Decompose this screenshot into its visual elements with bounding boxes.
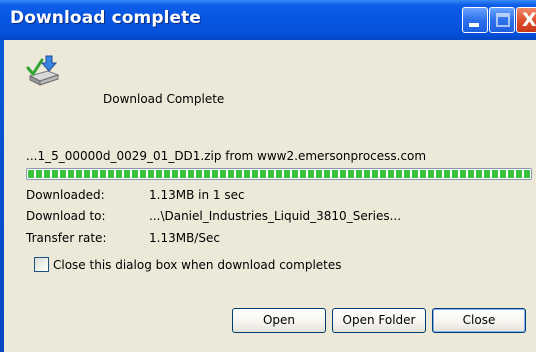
dialog-client-area: Download Complete ...1_5_00000d_0029_01_… (4, 40, 536, 352)
title-close-button[interactable]: X (516, 7, 536, 33)
title-bar[interactable]: Download complete X (0, 0, 536, 40)
downloaded-label: Downloaded: (26, 188, 105, 202)
maximize-icon (496, 13, 510, 27)
close-on-complete-label[interactable]: Close this dialog box when download comp… (53, 258, 342, 272)
window-title: Download complete (10, 8, 202, 28)
download-to-label: Download to: (26, 209, 106, 223)
download-status-text: Download Complete (103, 92, 225, 106)
download-to-value: ...\Daniel_Industries_Liquid_3810_Series… (149, 209, 402, 223)
minimize-icon (469, 23, 479, 27)
transfer-rate-value: 1.13MB/Sec (149, 231, 220, 245)
download-complete-window: Download complete X Download Complete ..… (0, 0, 536, 352)
close-on-complete-checkbox[interactable] (34, 257, 49, 272)
close-button[interactable]: Close (432, 308, 526, 333)
downloaded-value: 1.13MB in 1 sec (149, 188, 245, 202)
close-icon: X (522, 9, 536, 31)
open-folder-button[interactable]: Open Folder (332, 308, 426, 333)
minimize-button[interactable] (462, 7, 488, 33)
progress-fill (28, 170, 530, 178)
open-button[interactable]: Open (232, 308, 326, 333)
download-source-line: ...1_5_00000d_0029_01_DD1.zip from www2.… (26, 149, 427, 163)
transfer-rate-label: Transfer rate: (26, 231, 107, 245)
file-download-check-icon (26, 55, 60, 86)
download-progress-bar (26, 168, 532, 180)
maximize-button[interactable] (489, 7, 515, 33)
